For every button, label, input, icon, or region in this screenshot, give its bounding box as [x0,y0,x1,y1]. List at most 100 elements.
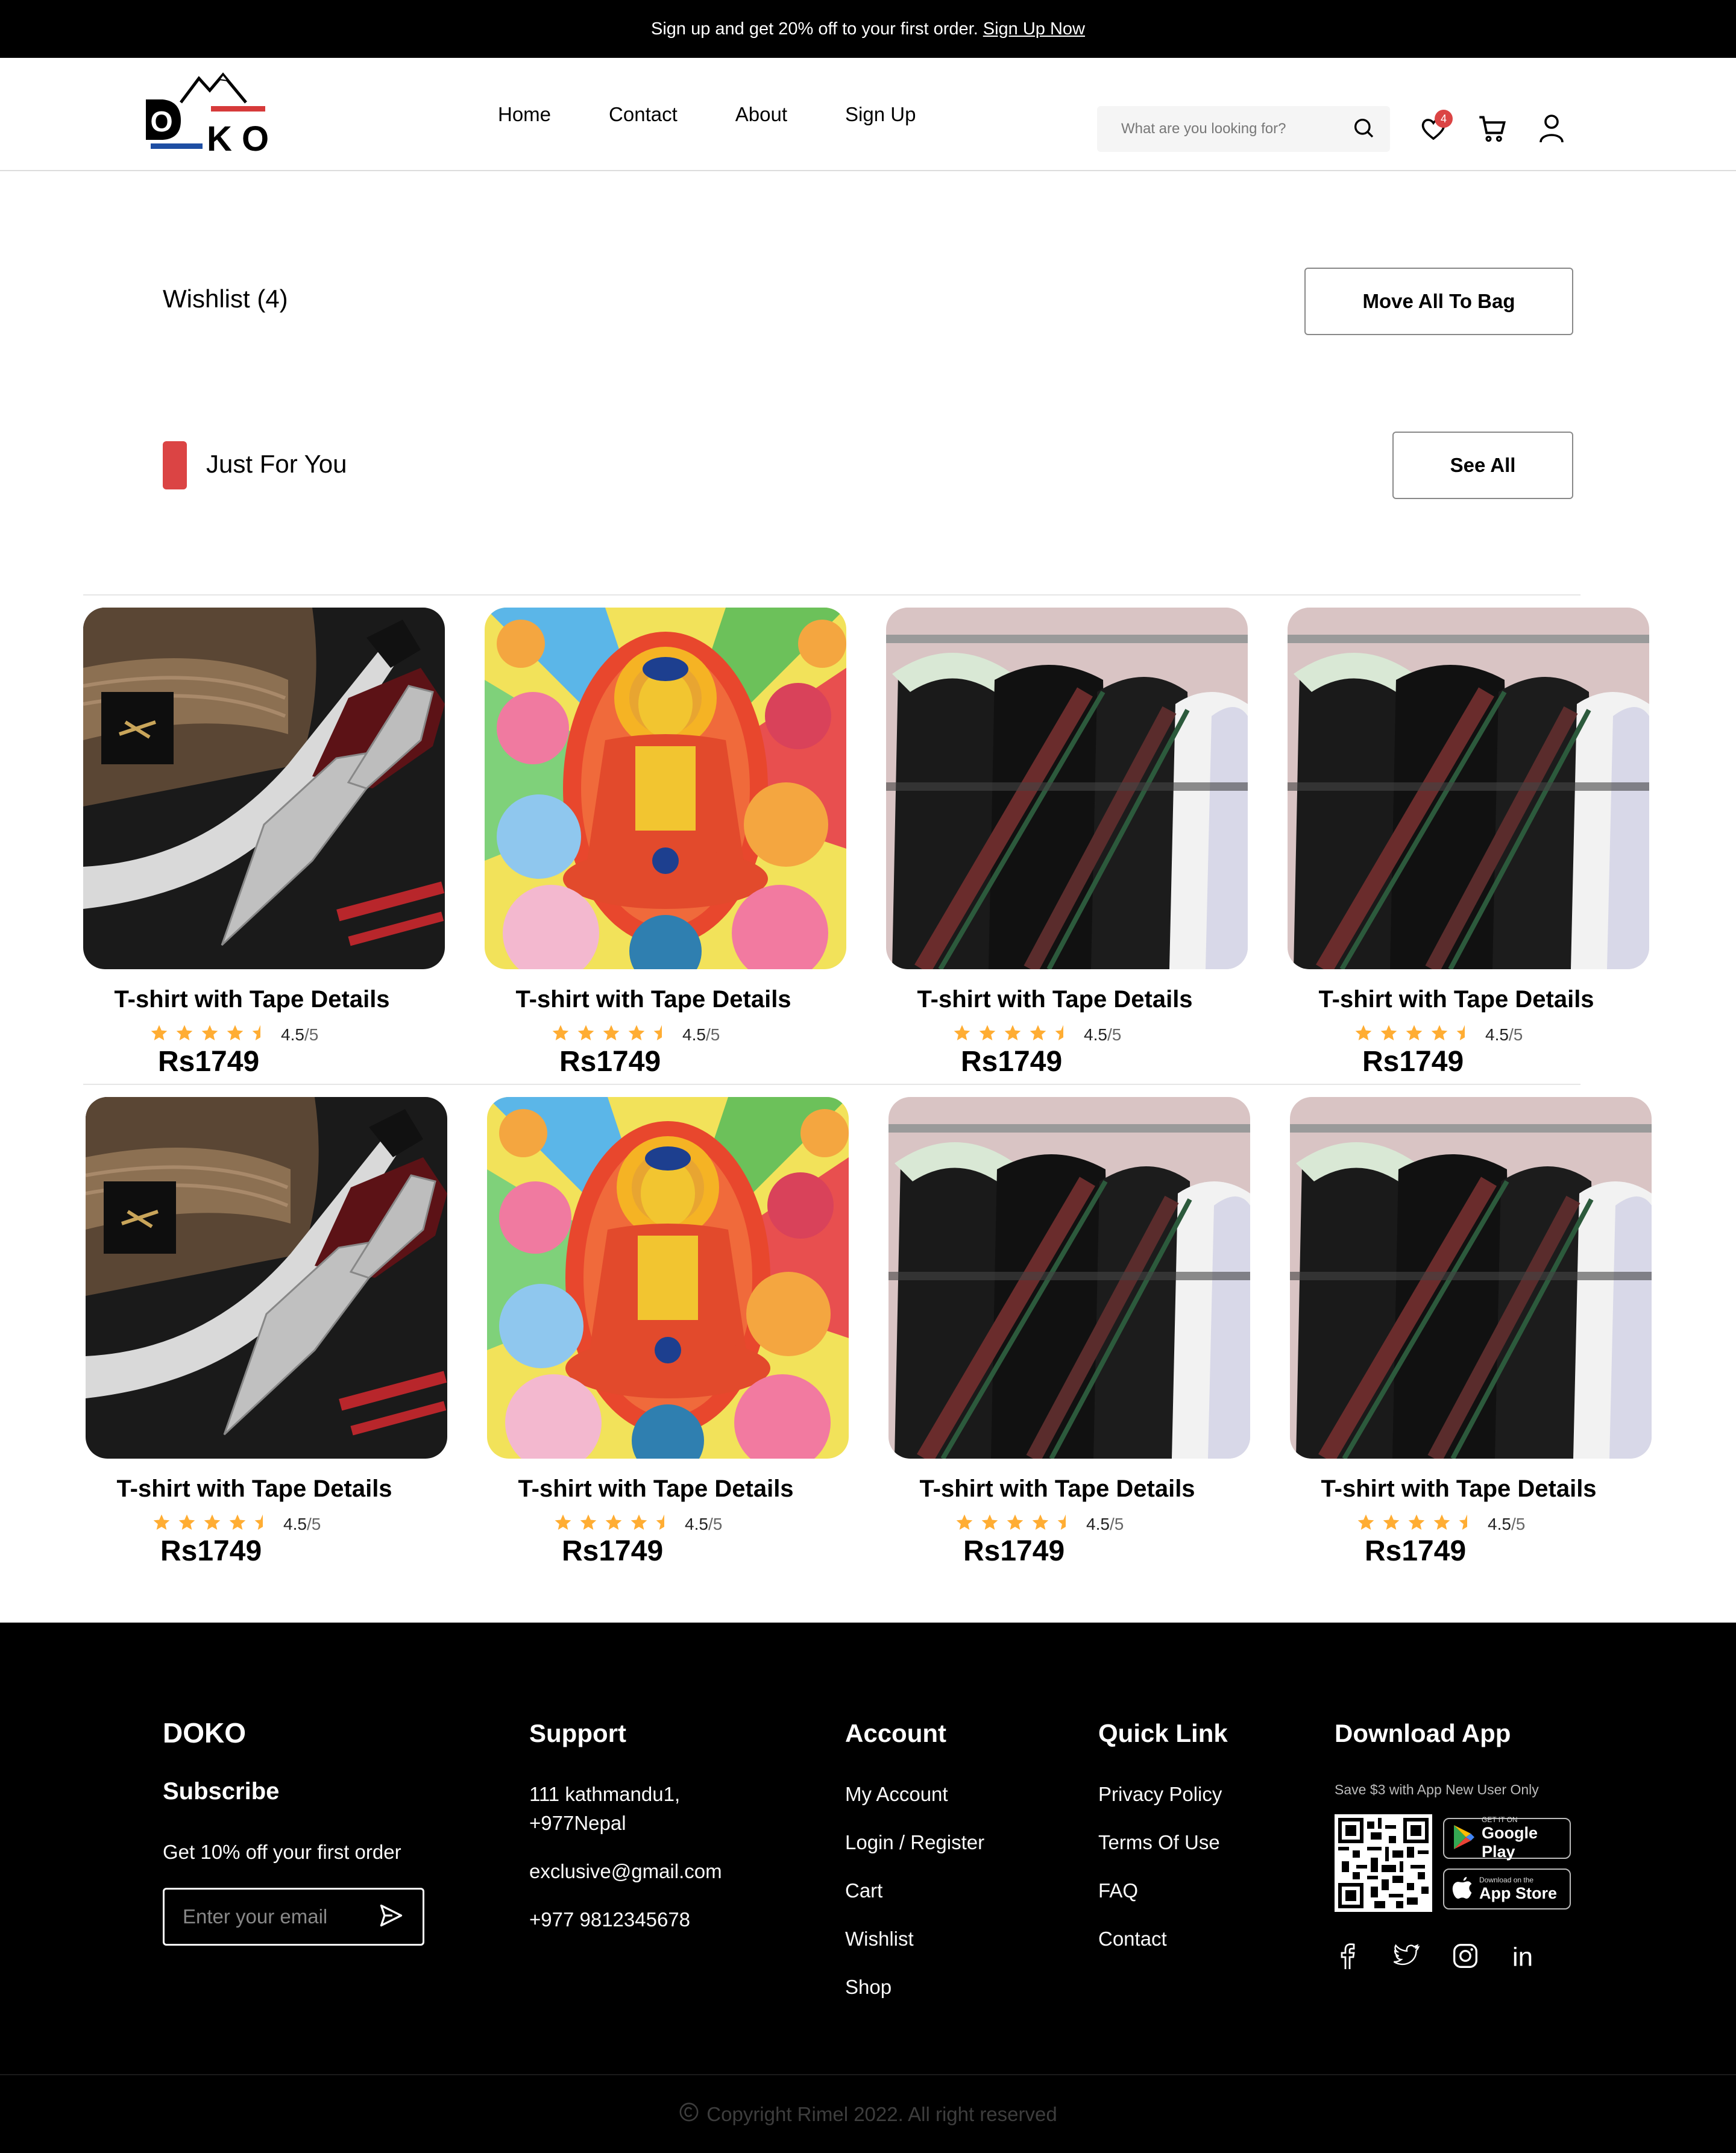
footer-brand: DOKO [163,1717,246,1749]
support-address-line2: +977Nepal [529,1812,626,1834]
user-icon[interactable] [1536,113,1567,145]
star-icon [1432,1513,1451,1535]
star-icon [551,1023,570,1046]
app-store-button[interactable]: Download on the App Store [1443,1869,1571,1909]
footer-link-terms-of-use[interactable]: Terms Of Use [1098,1831,1220,1854]
support-email[interactable]: exclusive@gmail.com [529,1860,722,1883]
star-icon [1354,1023,1373,1046]
product-name[interactable]: T-shirt with Tape Details [487,1476,825,1503]
doko-logo[interactable]: O K O [139,66,271,159]
rating-value: 4.5 [1084,1025,1107,1044]
footer: DOKO Subscribe Get 10% off your first or… [0,1623,1736,2153]
product-card[interactable]: T-shirt with Tape Details 4.5/5 Rs1749 [886,608,1248,1078]
star-icon [602,1023,621,1046]
see-all-button[interactable]: See All [1392,432,1573,499]
email-input[interactable] [183,1905,376,1928]
half-star-icon [253,1513,272,1535]
google-play-button[interactable]: GET IT ON Google Play [1443,1815,1571,1861]
wishlist-icon[interactable]: 4 [1418,110,1453,145]
star-icon [1430,1023,1449,1046]
product-card[interactable]: T-shirt with Tape Details 4.5/5 Rs1749 [83,608,445,1078]
star-icon [1005,1513,1025,1535]
rating-max: /5 [708,1514,723,1533]
product-name[interactable]: T-shirt with Tape Details [888,1476,1226,1503]
header-icons: 4 [1418,106,1567,152]
star-icon [604,1513,623,1535]
rating-max: /5 [1508,1025,1523,1044]
product-image[interactable] [1290,1097,1652,1459]
product-image[interactable] [86,1097,447,1459]
star-icon [579,1513,598,1535]
support-phone[interactable]: +977 9812345678 [529,1908,690,1931]
product-name[interactable]: T-shirt with Tape Details [86,1476,423,1503]
google-play-small-text: GET IT ON [1482,1815,1518,1824]
product-card[interactable]: T-shirt with Tape Details 4.5/5 Rs1749 [888,1097,1250,1567]
main-nav: Home Contact About Sign Up [498,58,916,171]
product-image[interactable] [485,608,846,969]
product-price: Rs1749 [1362,1046,1464,1078]
product-name[interactable]: T-shirt with Tape Details [886,986,1224,1013]
product-image[interactable] [1288,608,1649,969]
product-name[interactable]: T-shirt with Tape Details [485,986,822,1013]
nav-contact[interactable]: Contact [609,103,678,126]
star-icon [200,1023,219,1046]
send-icon[interactable] [378,1902,404,1932]
linkedin-icon[interactable]: in [1509,1941,1539,1971]
copyright-text: Copyright Rimel 2022. All right reserved [706,2102,1057,2125]
star-icon [1003,1023,1022,1046]
copyright-bar: Copyright Rimel 2022. All right reserved [0,2074,1736,2153]
rating-max: /5 [306,1514,321,1533]
product-card[interactable]: T-shirt with Tape Details 4.5/5 Rs1749 [485,608,846,1078]
search-icon[interactable] [1351,116,1376,143]
product-image[interactable] [886,608,1248,969]
rating-max: /5 [1107,1025,1122,1044]
footer-link-shop[interactable]: Shop [845,1976,892,1999]
star-icon [225,1023,245,1046]
product-image[interactable] [83,608,445,969]
nav-sign-up[interactable]: Sign Up [845,103,916,126]
rating-score: 4.5/5 [685,1515,722,1534]
rating-value: 4.5 [1086,1514,1110,1533]
email-subscribe-box [163,1888,424,1946]
product-price: Rs1749 [963,1535,1065,1567]
star-icon [553,1513,573,1535]
facebook-icon[interactable] [1332,1941,1362,1971]
product-name[interactable]: T-shirt with Tape Details [1288,986,1625,1013]
rating-value: 4.5 [682,1025,706,1044]
nav-home[interactable]: Home [498,103,551,126]
product-image[interactable] [888,1097,1250,1459]
instagram-icon[interactable] [1450,1941,1480,1971]
footer-link-privacy-policy[interactable]: Privacy Policy [1098,1783,1222,1806]
product-card[interactable]: T-shirt with Tape Details 4.5/5 Rs1749 [1290,1097,1652,1567]
footer-link-login-register[interactable]: Login / Register [845,1831,984,1854]
footer-link-cart[interactable]: Cart [845,1879,882,1902]
app-store-label: App Store [1479,1884,1558,1902]
footer-link-contact[interactable]: Contact [1098,1928,1167,1950]
nav-about[interactable]: About [735,103,787,126]
footer-link-my-account[interactable]: My Account [845,1783,948,1806]
star-icon [152,1513,171,1535]
cart-icon[interactable] [1477,113,1508,145]
product-card[interactable]: T-shirt with Tape Details 4.5/5 Rs1749 [487,1097,849,1567]
move-all-to-bag-button[interactable]: Move All To Bag [1304,268,1573,335]
rating-score: 4.5/5 [1086,1515,1124,1534]
half-star-icon [655,1513,674,1535]
product-price: Rs1749 [1365,1535,1467,1567]
copyright-icon [679,2102,699,2127]
twitter-icon[interactable] [1391,1941,1421,1971]
product-name[interactable]: T-shirt with Tape Details [83,986,421,1013]
star-icon [1379,1023,1398,1046]
star-icon [1028,1023,1048,1046]
star-rating [952,1023,1073,1046]
product-card[interactable]: T-shirt with Tape Details 4.5/5 Rs1749 [1288,608,1649,1078]
product-card[interactable]: T-shirt with Tape Details 4.5/5 Rs1749 [86,1097,447,1567]
sign-up-now-link[interactable]: Sign Up Now [983,19,1085,39]
footer-link-wishlist[interactable]: Wishlist [845,1928,914,1950]
promo-banner: Sign up and get 20% off to your first or… [0,0,1736,58]
star-rating [551,1023,671,1046]
product-name[interactable]: T-shirt with Tape Details [1290,1476,1628,1503]
search-input[interactable] [1121,121,1326,137]
product-image[interactable] [487,1097,849,1459]
app-promo-text: Save $3 with App New User Only [1335,1782,1539,1797]
footer-link-faq[interactable]: FAQ [1098,1879,1138,1902]
